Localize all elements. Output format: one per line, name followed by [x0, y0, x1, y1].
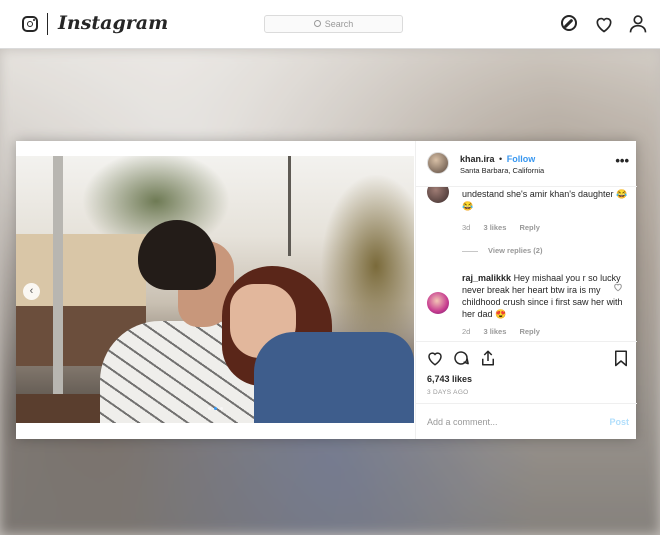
comment-meta: 3d 3 likes Reply [462, 223, 551, 232]
like-heart-icon[interactable] [426, 349, 444, 367]
follow-button[interactable]: Follow [507, 154, 536, 164]
search-placeholder: Search [324, 19, 354, 29]
author-avatar[interactable] [427, 152, 449, 174]
add-comment-input[interactable]: Add a comment... [427, 417, 498, 427]
carousel-dot [207, 407, 211, 410]
carousel-dots [16, 397, 414, 415]
post-photo[interactable]: ‹ [16, 156, 414, 423]
camera-icon[interactable] [22, 16, 38, 32]
post-header: khan.ira • Follow Santa Barbara, Califor… [416, 141, 637, 187]
comment-age[interactable]: 3d [462, 223, 470, 232]
comment-username[interactable]: raj_malikkk [462, 273, 511, 283]
save-bookmark-icon[interactable] [612, 349, 630, 367]
author-username[interactable]: khan.ira [460, 154, 495, 164]
reply-button[interactable]: Reply [519, 327, 539, 336]
profile-icon[interactable] [628, 14, 648, 34]
author-line: khan.ira • Follow [460, 154, 535, 164]
logo-divider [47, 13, 48, 35]
post-actions: 6,743 likes 3 DAYS AGO [416, 341, 637, 403]
view-replies-label: View replies (2) [488, 246, 543, 255]
top-nav: Instagram Search [0, 0, 660, 49]
activity-heart-icon[interactable] [594, 14, 614, 34]
more-options-icon[interactable]: ••• [615, 153, 629, 168]
search-icon [313, 20, 321, 27]
comment-avatar[interactable] [427, 187, 449, 203]
search-input[interactable]: Search [264, 15, 403, 33]
post-location[interactable]: Santa Barbara, California [460, 166, 544, 175]
carousel-prev-button[interactable]: ‹ [23, 283, 40, 300]
separator-dot: • [499, 154, 503, 164]
comments-list[interactable]: undestand she's amir khan's daughter 😂😂 … [416, 187, 637, 339]
add-comment-bar: Add a comment... Post [416, 403, 637, 439]
post-timestamp: 3 DAYS AGO [427, 389, 469, 396]
comment-bubble-icon[interactable] [452, 349, 470, 367]
comment-age[interactable]: 2d [462, 327, 470, 336]
post-modal: ‹ khan.ira • Follow Santa Barbara, Calif… [16, 141, 637, 439]
carousel-dot [219, 407, 223, 410]
likes-count[interactable]: 6,743 likes [427, 374, 472, 384]
comment-text: raj_malikkk Hey mishaal you r so lucky n… [462, 272, 630, 320]
post-sidebar: khan.ira • Follow Santa Barbara, Califor… [415, 141, 637, 439]
comment-text: undestand she's amir khan's daughter 😂😂 [462, 189, 628, 211]
instagram-logo[interactable]: Instagram [58, 12, 168, 34]
comment-avatar[interactable] [427, 292, 449, 314]
reply-button[interactable]: Reply [519, 223, 539, 232]
comment-likes[interactable]: 3 likes [483, 223, 506, 232]
share-icon[interactable] [479, 349, 497, 367]
comment-like-heart-icon[interactable] [613, 279, 623, 292]
post-comment-button[interactable]: Post [609, 417, 629, 427]
carousel-dot-active [213, 407, 217, 410]
view-replies-button[interactable]: View replies (2) [462, 246, 542, 255]
comment-likes[interactable]: 3 likes [483, 327, 506, 336]
comment-meta: 2d 3 likes Reply [462, 327, 551, 336]
explore-compass-icon[interactable] [560, 14, 580, 34]
